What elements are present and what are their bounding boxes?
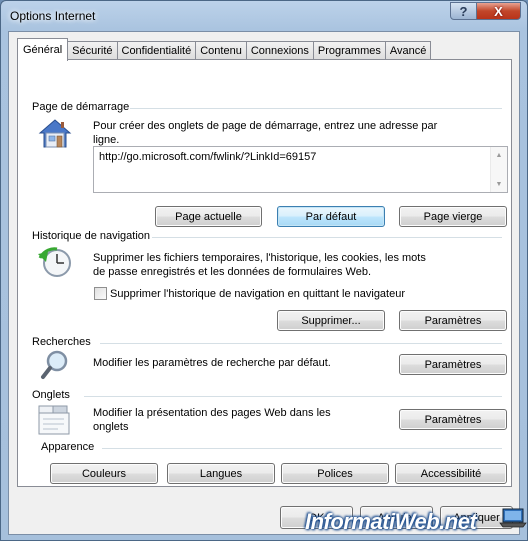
tab-general[interactable]: Général — [17, 38, 69, 61]
tabs-settings-button[interactable]: Paramètres — [399, 409, 507, 430]
tab-advanced[interactable]: Avancé — [384, 41, 432, 60]
tab-connections[interactable]: Connexions — [245, 41, 314, 60]
tabs-icon — [38, 405, 70, 435]
title-bar[interactable]: Options Internet ? X — [1, 1, 527, 31]
history-description: Supprimer les fichiers temporaires, l'hi… — [93, 252, 426, 278]
history-separator — [152, 237, 502, 238]
tab-privacy[interactable]: Confidentialité — [116, 41, 197, 60]
close-button[interactable]: X — [476, 2, 521, 20]
colors-button[interactable]: Couleurs — [50, 463, 158, 484]
tab-content[interactable]: Contenu — [195, 41, 247, 60]
appearance-separator — [102, 448, 502, 449]
default-page-button[interactable]: Par défaut — [277, 206, 385, 227]
search-settings-button[interactable]: Paramètres — [399, 354, 507, 375]
dialog-client-area: Général Sécurité Confidentialité Contenu… — [8, 31, 520, 535]
tab-security[interactable]: Sécurité — [67, 41, 118, 60]
blank-page-button[interactable]: Page vierge — [399, 206, 507, 227]
delete-history-on-exit-checkbox[interactable] — [94, 287, 107, 300]
magnifier-icon — [41, 350, 68, 379]
homepage-description: Pour créer des onglets de page de démarr… — [93, 120, 438, 146]
homepage-group-title: Page de démarrage — [32, 101, 130, 113]
homepage-url-textarea[interactable]: http://go.microsoft.com/fwlink/?LinkId=6… — [93, 146, 508, 193]
homepage-url-value: http://go.microsoft.com/fwlink/?LinkId=6… — [99, 151, 317, 163]
scroll-down-icon[interactable]: ▼ — [491, 176, 507, 192]
laptop-logo-icon — [499, 508, 527, 528]
general-tab-panel: Page de démarrage Pour créer des onglets… — [17, 59, 512, 487]
house-icon — [38, 119, 72, 148]
history-clock-icon — [38, 247, 71, 277]
appearance-group-title: Apparence — [41, 441, 95, 453]
homepage-separator — [130, 108, 502, 109]
delete-history-button[interactable]: Supprimer... — [277, 310, 385, 331]
tabs-group-title: Onglets — [32, 389, 70, 401]
informatiweb-watermark: InformatiWeb.net — [305, 509, 477, 534]
tab-programs[interactable]: Programmes — [312, 41, 386, 60]
tabs-description: Modifier la présentation des pages Web d… — [93, 407, 331, 433]
tabs-separator — [84, 396, 502, 397]
window-title: Options Internet — [10, 9, 96, 23]
history-settings-button[interactable]: Paramètres — [399, 310, 507, 331]
history-group-title: Historique de navigation — [32, 230, 151, 242]
url-scrollbar[interactable]: ▲ ▼ — [490, 147, 507, 192]
accessibility-button[interactable]: Accessibilité — [395, 463, 507, 484]
search-group-title: Recherches — [32, 336, 91, 348]
search-description: Modifier les paramètres de recherche par… — [93, 357, 331, 369]
help-button[interactable]: ? — [450, 2, 477, 20]
search-separator — [100, 343, 502, 344]
delete-history-on-exit-label[interactable]: Supprimer l'historique de navigation en … — [110, 287, 405, 301]
tab-strip: Général Sécurité Confidentialité Contenu… — [17, 38, 432, 61]
options-internet-window: Options Internet ? X Général Sécurité Co… — [0, 0, 528, 541]
languages-button[interactable]: Langues — [167, 463, 275, 484]
fonts-button[interactable]: Polices — [281, 463, 389, 484]
current-page-button[interactable]: Page actuelle — [155, 206, 262, 227]
scroll-up-icon[interactable]: ▲ — [491, 147, 507, 163]
